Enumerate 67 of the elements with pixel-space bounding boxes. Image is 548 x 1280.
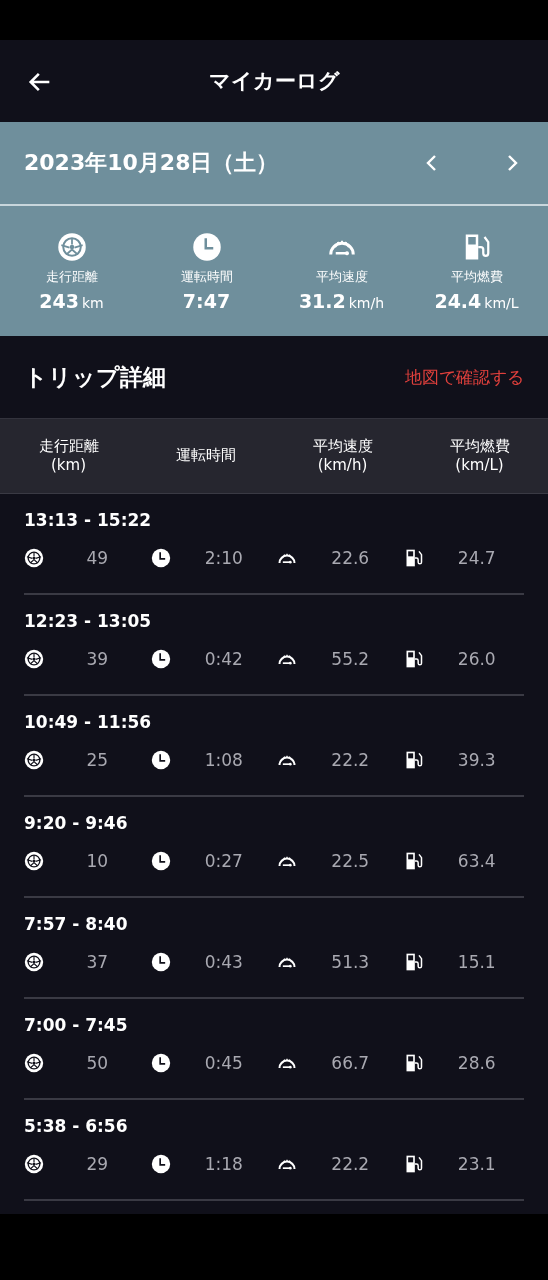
trip-period: 7:00 - 7:45 (24, 1015, 129, 1035)
trip-value: 22.2 (330, 1154, 371, 1174)
wheel-icon (24, 750, 44, 770)
stat-value: 24.4 km/L (434, 290, 519, 312)
trip-value: 37 (85, 952, 110, 972)
trip-value: 50 (85, 1053, 110, 1073)
trip-period: 12:23 - 13:05 (24, 611, 153, 631)
trip-period: 5:38 - 6:56 (24, 1116, 129, 1136)
trip-value: 29 (85, 1154, 110, 1174)
trip-value: 0:45 (203, 1053, 244, 1073)
clock-icon (150, 649, 171, 669)
trip-period: 7:57 - 8:40 (24, 914, 129, 934)
trip-value: 66.7 (330, 1053, 371, 1073)
stat-value: 243 km (39, 290, 104, 312)
wheel-icon (56, 232, 87, 262)
column-header: 走行距離 (km) (37, 436, 100, 476)
trip-value: 10 (85, 851, 110, 871)
trip-period: 9:20 - 9:46 (24, 813, 129, 833)
trip-value: 63.4 (456, 851, 497, 871)
trip-value: 51.3 (330, 952, 371, 972)
trip-value: 39 (85, 649, 110, 669)
trip-value: 23.1 (456, 1154, 497, 1174)
trip-value: 22.5 (330, 851, 371, 871)
clock-icon (150, 851, 171, 871)
wheel-icon (24, 548, 44, 568)
wheel-icon (24, 1053, 44, 1073)
stat-label: 平均速度 (315, 268, 368, 286)
clock-icon (150, 750, 171, 770)
wheel-icon (24, 649, 44, 669)
clock-icon (150, 1154, 171, 1174)
trip-value: 55.2 (330, 649, 371, 669)
wheel-icon (24, 851, 44, 871)
stat-value: 7:47 (182, 290, 231, 312)
trip-value: 1:08 (203, 750, 244, 770)
wheel-icon (24, 952, 44, 972)
trip-value: 49 (85, 548, 110, 568)
column-header: 平均燃費 (km/L) (448, 436, 511, 476)
screen-title: マイカーログ (208, 68, 340, 95)
clock-icon (150, 1053, 171, 1073)
trip-value: 24.7 (456, 548, 497, 568)
stat-value: 31.2 km/h (298, 290, 385, 312)
trip-value: 22.2 (330, 750, 371, 770)
trip-value: 28.6 (456, 1053, 497, 1073)
date-label: 2023年10月28日（土） (24, 149, 280, 177)
trip-value: 22.6 (330, 548, 371, 568)
section-title: トリップ詳細 (24, 362, 166, 392)
clock-icon (150, 952, 171, 972)
stat-label: 走行距離 (45, 268, 98, 286)
trip-value: 0:43 (203, 952, 244, 972)
trip-value: 0:27 (203, 851, 244, 871)
trip-value: 39.3 (456, 750, 497, 770)
trip-value: 1:18 (203, 1154, 244, 1174)
trip-period: 10:49 - 11:56 (24, 712, 153, 732)
trip-value: 25 (85, 750, 110, 770)
clock-icon (150, 548, 171, 568)
trip-value: 2:10 (203, 548, 244, 568)
stat-label: 運転時間 (180, 268, 233, 286)
wheel-icon (24, 1154, 44, 1174)
column-header: 平均速度 (km/h) (311, 436, 374, 476)
trip-value: 0:42 (203, 649, 244, 669)
trip-period: 13:13 - 15:22 (24, 510, 153, 530)
map-link[interactable]: 地図で確認する (405, 365, 524, 389)
clock-icon (191, 232, 222, 262)
stat-label: 平均燃費 (450, 268, 503, 286)
column-header: 運転時間 (174, 446, 237, 466)
trip-value: 15.1 (456, 952, 497, 972)
trip-value: 26.0 (456, 649, 497, 669)
